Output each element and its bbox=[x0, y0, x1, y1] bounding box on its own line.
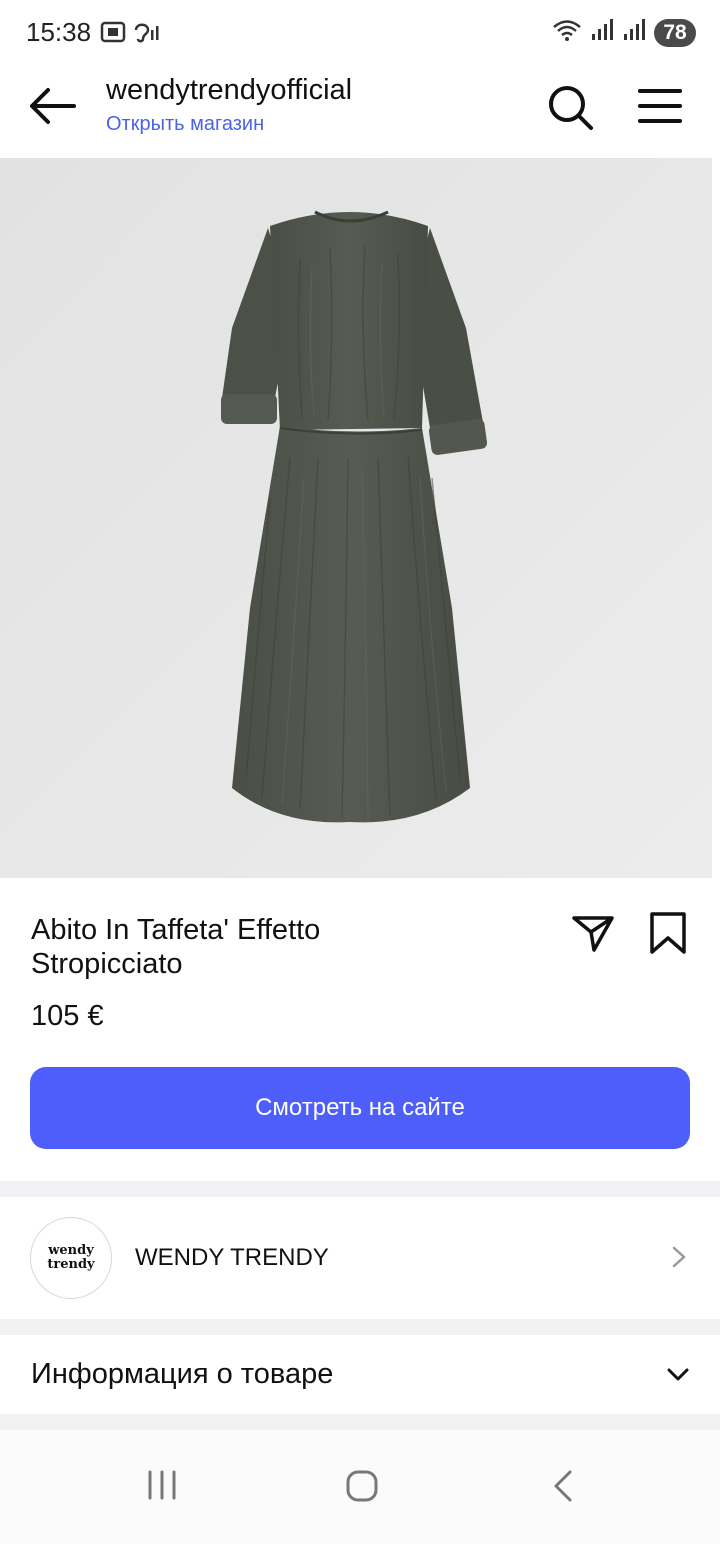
product-price: 105 € bbox=[31, 1000, 104, 1032]
recent-apps-icon[interactable] bbox=[146, 1468, 178, 1507]
bookmark-button[interactable] bbox=[648, 910, 688, 956]
search-icon bbox=[545, 86, 595, 136]
share-icon bbox=[570, 916, 616, 960]
back-arrow-icon bbox=[24, 88, 80, 132]
shop-logo: wendy trendy bbox=[30, 1217, 112, 1299]
back-button[interactable] bbox=[24, 84, 80, 128]
back-icon[interactable] bbox=[550, 1468, 576, 1509]
screenshot-icon bbox=[100, 20, 126, 44]
menu-icon bbox=[636, 89, 684, 130]
search-button[interactable] bbox=[545, 82, 595, 132]
product-info-title: Информация о товаре bbox=[31, 1358, 334, 1390]
dress-image bbox=[0, 158, 712, 878]
system-nav-bar bbox=[0, 1430, 720, 1544]
battery-indicator: 78 bbox=[654, 18, 696, 47]
signal-icon bbox=[590, 18, 614, 47]
product-info-accordion[interactable]: Информация о товаре bbox=[0, 1334, 720, 1414]
open-shop-link[interactable]: Открыть магазин bbox=[106, 113, 264, 136]
chevron-down-icon bbox=[666, 1366, 690, 1389]
share-button[interactable] bbox=[570, 910, 616, 956]
bookmark-icon bbox=[648, 912, 688, 960]
chevron-right-icon bbox=[670, 1245, 688, 1274]
shop-logo-line2: trendy bbox=[47, 1257, 95, 1272]
divider bbox=[0, 1319, 720, 1335]
app-header: wendytrendyofficial Открыть магазин bbox=[0, 64, 720, 158]
menu-button[interactable] bbox=[636, 86, 684, 126]
shop-name: WENDY TRENDY bbox=[135, 1244, 329, 1271]
signal-icon bbox=[622, 18, 646, 47]
wifi-icon bbox=[552, 18, 582, 47]
divider bbox=[0, 1181, 720, 1197]
product-title: Abito In Taffeta' Effetto Stropicciato bbox=[31, 914, 321, 980]
shop-logo-line1: wendy bbox=[48, 1243, 94, 1258]
view-on-site-button[interactable]: Смотреть на сайте bbox=[30, 1067, 690, 1149]
status-bar: 15:38 78 bbox=[0, 0, 720, 64]
page-title: wendytrendyofficial bbox=[106, 74, 353, 106]
home-icon[interactable] bbox=[344, 1468, 380, 1509]
shop-row[interactable]: wendy trendy WENDY TRENDY bbox=[0, 1197, 720, 1319]
divider bbox=[0, 1414, 720, 1430]
product-image[interactable] bbox=[0, 158, 712, 878]
status-time: 15:38 bbox=[26, 17, 92, 47]
hearing-icon bbox=[132, 20, 160, 44]
